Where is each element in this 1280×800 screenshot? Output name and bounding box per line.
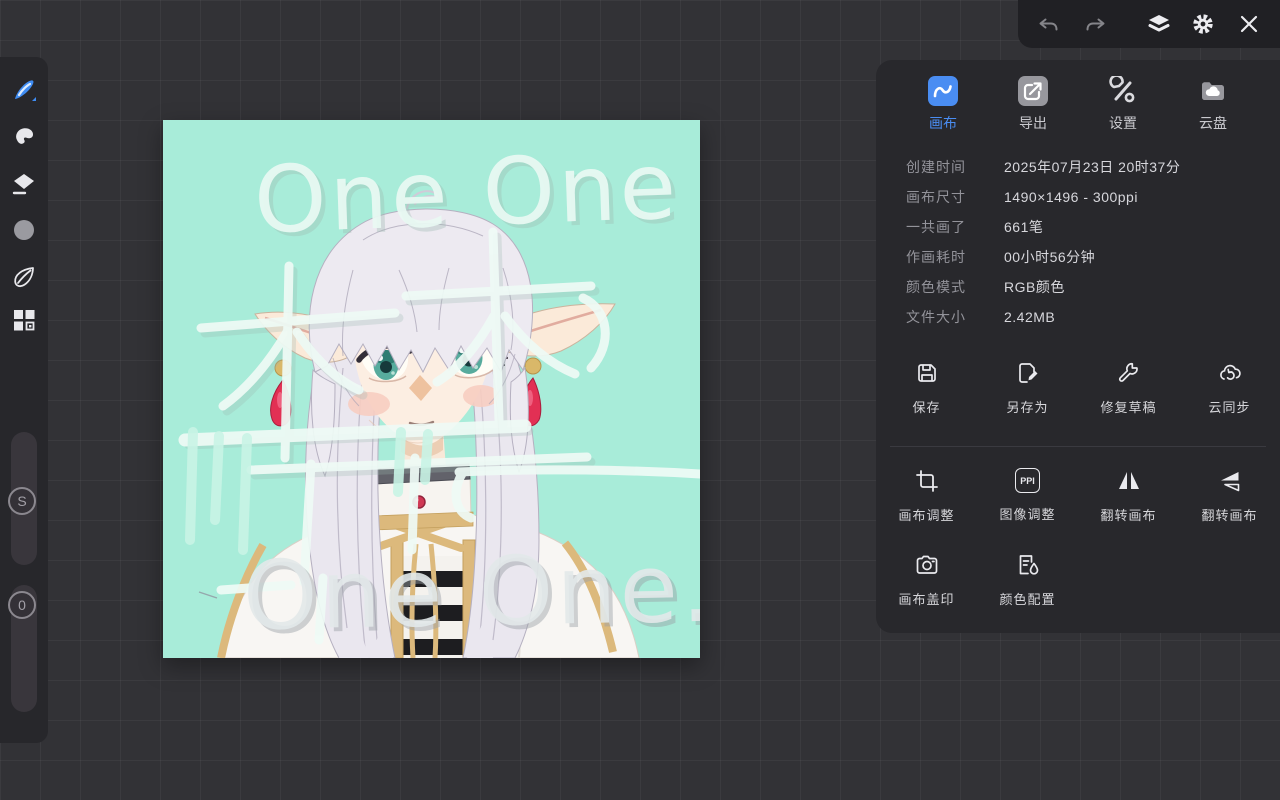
redo-icon[interactable] xyxy=(1084,12,1108,36)
info-row: 一共画了 661笔 xyxy=(906,212,1264,242)
canvas-info-panel: 画布 导出 设置 云盘 创建时间 2025年07月23日 20时37分 画布尺寸… xyxy=(876,60,1280,633)
info-row: 创建时间 2025年07月23日 20时37分 xyxy=(906,152,1264,182)
svg-text:One One.: One One. xyxy=(242,534,700,652)
size-slider-thumb[interactable]: S xyxy=(8,487,36,515)
info-value: RGB颜色 xyxy=(1004,279,1065,295)
artwork-frieren-portrait: One One One One One One. One One. xyxy=(163,120,700,658)
close-icon[interactable] xyxy=(1237,12,1261,36)
camera-icon xyxy=(916,555,937,574)
top-toolbar xyxy=(1018,0,1280,48)
tab-cloud[interactable]: 云盘 xyxy=(1181,76,1245,133)
tab-cloud-label: 云盘 xyxy=(1199,115,1227,131)
crop-icon xyxy=(915,470,938,492)
info-label: 文件大小 xyxy=(906,309,966,325)
save-icon xyxy=(917,364,936,382)
cloud-tab-icon xyxy=(1202,82,1224,100)
eraser-tool-icon[interactable] xyxy=(10,170,38,198)
cloud-sync-label: 云同步 xyxy=(1208,400,1251,415)
info-row: 文件大小 2.42MB xyxy=(906,302,1264,332)
color-config-icon xyxy=(1019,555,1038,575)
tool-sidebar: S 0 xyxy=(0,57,48,743)
undo-icon[interactable] xyxy=(1036,12,1060,36)
info-label: 画布尺寸 xyxy=(906,189,966,205)
panel-tabs: 画布 导出 设置 云盘 xyxy=(876,76,1280,133)
panel-divider xyxy=(890,446,1266,447)
info-value: 661笔 xyxy=(1004,219,1044,235)
flip-canvas-h-button[interactable]: 翻转画布 xyxy=(1078,468,1179,524)
canvas-adjust-button[interactable]: 画布调整 xyxy=(876,468,977,524)
smudge-tool-icon[interactable] xyxy=(10,122,38,150)
opacity-slider-thumb[interactable]: 0 xyxy=(8,591,36,619)
info-label: 一共画了 xyxy=(906,219,966,235)
flip-canvas-v-button[interactable]: 翻转画布 xyxy=(1179,468,1280,524)
export-tab-icon xyxy=(1018,76,1048,106)
save-button[interactable]: 保存 xyxy=(876,360,977,416)
canvas-stamp-button[interactable]: 画布盖印 xyxy=(876,552,977,608)
save-as-icon xyxy=(1018,363,1037,383)
tab-settings-label: 设置 xyxy=(1109,115,1137,131)
info-value: 00小时56分钟 xyxy=(1004,249,1096,265)
tab-canvas[interactable]: 画布 xyxy=(911,76,975,133)
size-slider-label: S xyxy=(17,493,27,509)
canvas-adjust-label: 画布调整 xyxy=(898,508,955,523)
flip-horizontal-icon xyxy=(1118,472,1139,489)
flip-canvas-h-label: 翻转画布 xyxy=(1100,508,1157,523)
canvas-stamp-label: 画布盖印 xyxy=(898,592,955,607)
canvas-info-list: 创建时间 2025年07月23日 20时37分 画布尺寸 1490×1496 - 3… xyxy=(906,152,1264,332)
info-row: 作画耗时 00小时56分钟 xyxy=(906,242,1264,272)
color-config-button[interactable]: 颜色配置 xyxy=(977,552,1078,608)
save-as-button[interactable]: 另存为 xyxy=(977,360,1078,416)
info-label: 颜色模式 xyxy=(906,279,966,295)
actions-row-2: 画布调整 PPI 图像调整 翻转画布 翻转画布 xyxy=(876,468,1280,524)
color-circle-tool-icon[interactable] xyxy=(10,216,38,244)
actions-row-1: 保存 另存为 修复草稿 云同步 xyxy=(876,360,1280,416)
color-config-label: 颜色配置 xyxy=(999,592,1056,607)
leaf-tool-icon[interactable] xyxy=(10,263,38,291)
info-label: 作画耗时 xyxy=(906,249,966,265)
ppi-badge-icon: PPI xyxy=(1015,468,1040,493)
tab-export[interactable]: 导出 xyxy=(1001,76,1065,133)
drawing-canvas[interactable]: One One One One One One. One One. xyxy=(163,120,700,658)
settings-gear-icon[interactable] xyxy=(1191,12,1215,36)
cloud-sync-button[interactable]: 云同步 xyxy=(1179,360,1280,416)
image-adjust-label: 图像调整 xyxy=(999,507,1056,522)
save-label: 保存 xyxy=(912,400,941,415)
save-as-label: 另存为 xyxy=(1006,400,1049,415)
tab-settings[interactable]: 设置 xyxy=(1091,76,1155,133)
opacity-slider-label: 0 xyxy=(18,597,26,613)
info-row: 颜色模式 RGB颜色 xyxy=(906,272,1264,302)
image-adjust-button[interactable]: PPI 图像调整 xyxy=(977,468,1078,524)
cloud-sync-icon xyxy=(1219,364,1241,380)
info-row: 画布尺寸 1490×1496 - 300ppi xyxy=(906,182,1264,212)
info-label: 创建时间 xyxy=(906,159,966,175)
flip-canvas-v-label: 翻转画布 xyxy=(1201,508,1258,523)
flip-vertical-icon xyxy=(1220,472,1239,492)
repair-draft-label: 修复草稿 xyxy=(1100,400,1157,415)
info-value: 2025年07月23日 20时37分 xyxy=(1004,159,1181,175)
svg-text:One One: One One xyxy=(252,132,680,254)
info-value: 2.42MB xyxy=(1004,309,1056,325)
tab-export-label: 导出 xyxy=(1019,115,1047,131)
info-value: 1490×1496 - 300ppi xyxy=(1004,189,1138,205)
actions-row-3: 画布盖印 颜色配置 xyxy=(876,552,1280,608)
artwork-watermark-top: One One One One xyxy=(252,132,685,258)
settings-tab-icon xyxy=(1109,76,1135,103)
canvas-tab-icon xyxy=(928,76,958,106)
artwork-watermark-bottom: One One. One One. xyxy=(242,534,700,656)
wrench-icon xyxy=(1118,362,1138,382)
grid-tool-icon[interactable] xyxy=(10,306,38,334)
tab-canvas-label: 画布 xyxy=(929,115,957,131)
layers-icon[interactable] xyxy=(1147,12,1171,36)
brush-tool-icon[interactable] xyxy=(10,76,38,104)
repair-draft-button[interactable]: 修复草稿 xyxy=(1078,360,1179,416)
